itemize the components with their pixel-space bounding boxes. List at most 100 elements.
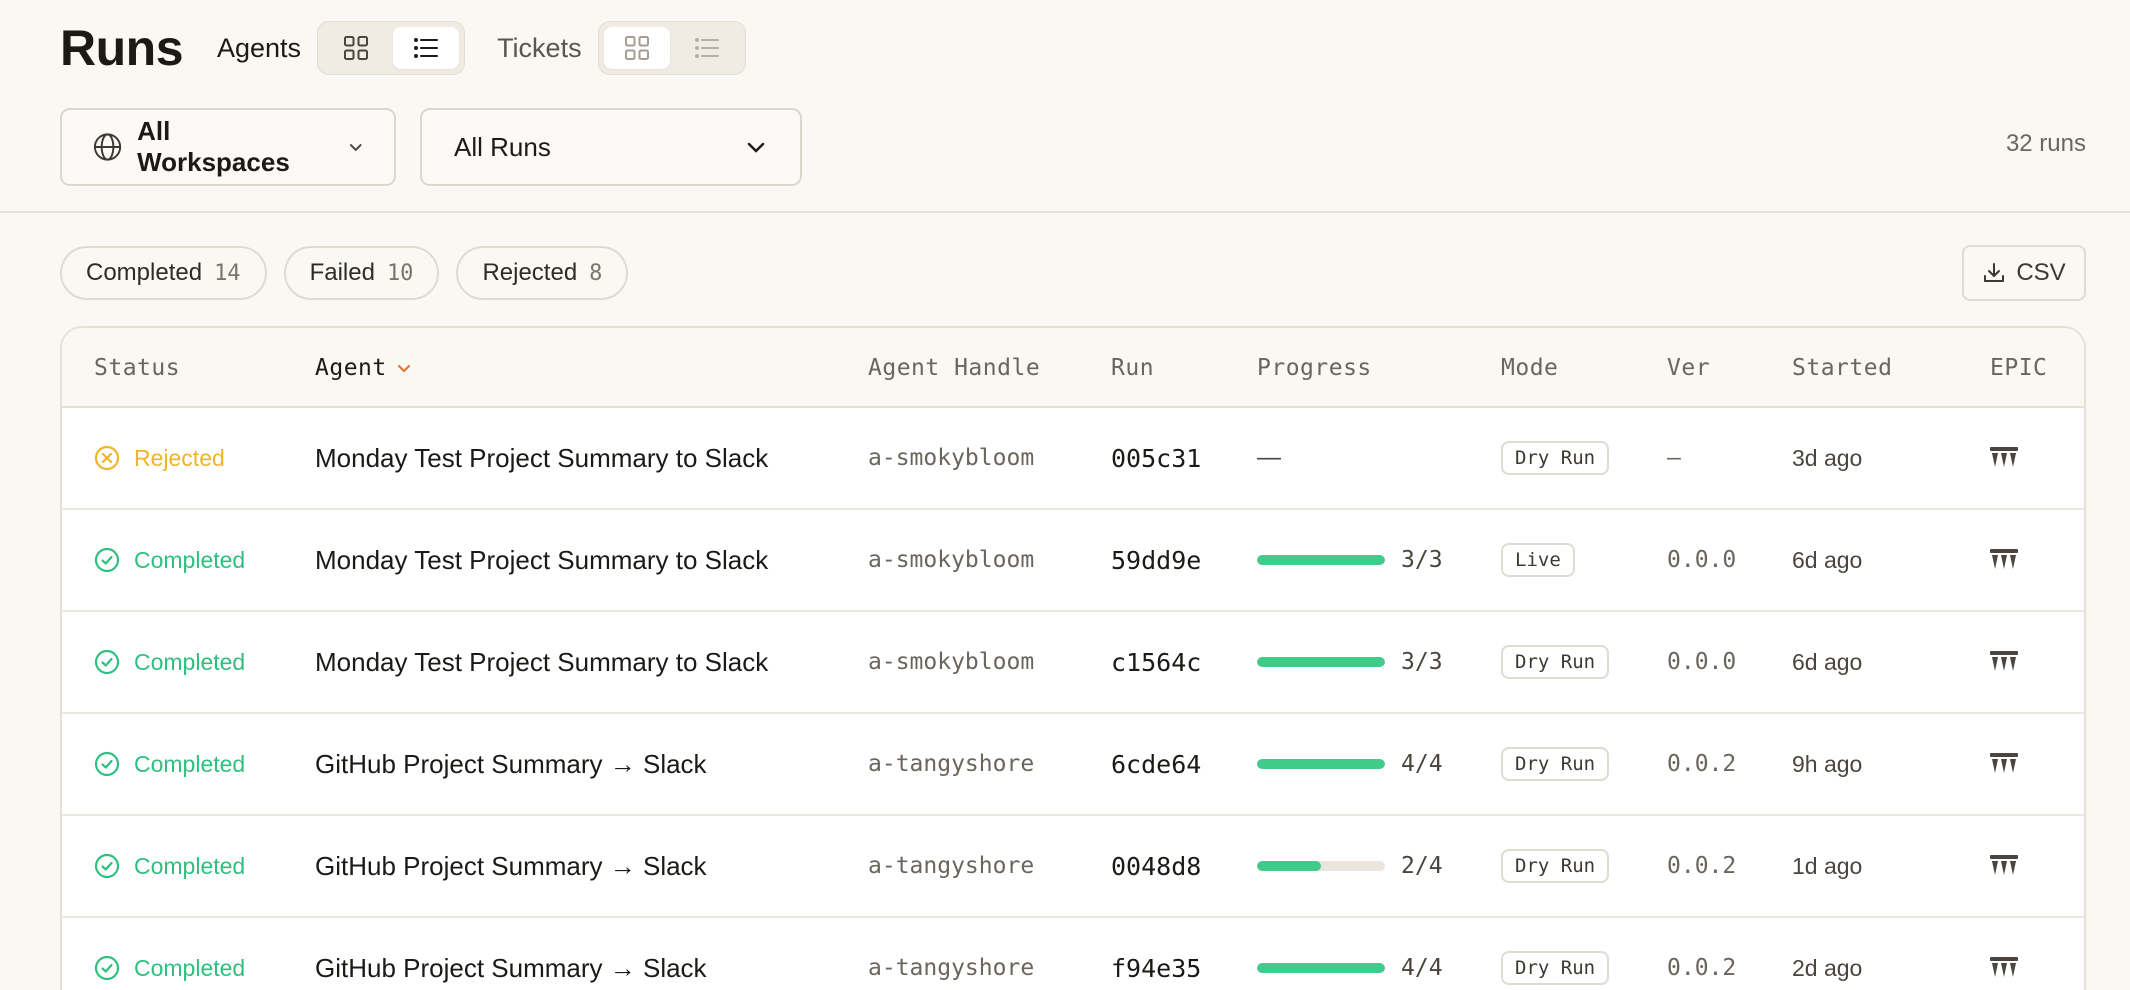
epic-link[interactable] — [1990, 408, 2018, 508]
agent-name[interactable]: Monday Test Project Summary to Slack — [315, 612, 768, 712]
page-title: Runs — [60, 20, 184, 76]
epic-link[interactable] — [1990, 510, 2018, 610]
col-epic[interactable]: EPIC — [1990, 328, 2047, 408]
epic-icon — [1990, 957, 2018, 977]
epic-link[interactable] — [1990, 918, 2018, 990]
progress-cell: — — [1257, 408, 1281, 508]
run-id[interactable]: f94e35 — [1111, 918, 1201, 990]
csv-export-button[interactable]: CSV — [1962, 245, 2086, 301]
table-row[interactable]: Completed Monday Test Project Summary to… — [62, 510, 2084, 612]
col-mode[interactable]: Mode — [1501, 328, 1558, 408]
agent-name[interactable]: Monday Test Project Summary to Slack — [315, 408, 768, 508]
agent-name[interactable]: GitHub Project Summary → Slack — [315, 816, 707, 916]
progress-bar-fill — [1257, 861, 1321, 871]
progress-bar-fill — [1257, 963, 1385, 973]
progress-text: 4/4 — [1401, 955, 1443, 981]
mode-cell: Dry Run — [1501, 918, 1610, 990]
agent-name[interactable]: Monday Test Project Summary to Slack — [315, 510, 768, 610]
download-icon — [1984, 263, 2005, 282]
table-row[interactable]: Rejected Monday Test Project Summary to … — [62, 408, 2084, 510]
chip-label: Failed — [309, 259, 375, 286]
progress-text: 3/3 — [1401, 649, 1443, 675]
table-row[interactable]: Completed GitHub Project Summary → Slack… — [62, 714, 2084, 816]
run-id[interactable]: 005c31 — [1111, 408, 1201, 508]
chip-completed[interactable]: Completed 14 — [60, 246, 267, 300]
chip-count: 10 — [386, 260, 414, 286]
status-cell: Completed — [94, 510, 245, 610]
table-row[interactable]: Completed Monday Test Project Summary to… — [62, 612, 2084, 714]
agent-name[interactable]: GitHub Project Summary → Slack — [315, 918, 707, 990]
col-progress[interactable]: Progress — [1257, 328, 1372, 408]
mode-cell: Dry Run — [1501, 408, 1610, 508]
progress-text: 3/3 — [1401, 547, 1443, 573]
agents-label: Agents — [217, 32, 302, 63]
col-run[interactable]: Run — [1111, 328, 1154, 408]
epic-link[interactable] — [1990, 714, 2018, 814]
table-row[interactable]: Completed GitHub Project Summary → Slack… — [62, 918, 2084, 990]
agents-list-view-button[interactable] — [393, 27, 460, 69]
status-cell: Completed — [94, 612, 245, 712]
mode-cell: Dry Run — [1501, 612, 1610, 712]
divider — [0, 211, 2130, 213]
mode-cell: Dry Run — [1501, 816, 1610, 916]
globe-icon — [93, 133, 122, 161]
mode-badge: Dry Run — [1501, 441, 1610, 475]
started-time: 1d ago — [1792, 852, 1863, 879]
run-id[interactable]: 0048d8 — [1111, 816, 1201, 916]
col-agent[interactable]: Agent — [315, 328, 413, 408]
agent-handle: a-tangyshore — [868, 955, 1035, 981]
tickets-grid-view-button[interactable] — [603, 27, 670, 69]
col-agent-label: Agent — [315, 355, 387, 381]
run-id[interactable]: 6cde64 — [1111, 714, 1201, 814]
tickets-list-view-button[interactable] — [674, 27, 740, 69]
status-label: Completed — [134, 954, 246, 981]
status-label: Completed — [134, 648, 246, 675]
agent-name[interactable]: GitHub Project Summary → Slack — [315, 714, 707, 814]
workspace-filter-dropdown[interactable]: All Workspaces — [60, 108, 396, 186]
mode-badge: Live — [1501, 543, 1575, 577]
started-time: 3d ago — [1792, 444, 1863, 471]
runs-table: Status Agent Agent Handle Run Progress M… — [60, 326, 2086, 990]
epic-link[interactable] — [1990, 612, 2018, 712]
col-handle[interactable]: Agent Handle — [868, 328, 1040, 408]
chip-failed[interactable]: Failed 10 — [283, 246, 440, 300]
runs-filter-label: All Runs — [454, 131, 551, 162]
sort-desc-icon — [397, 364, 410, 373]
agents-grid-view-button[interactable] — [323, 27, 389, 69]
version: 0.0.2 — [1667, 853, 1737, 879]
version: 0.0.0 — [1667, 649, 1737, 675]
version: 0.0.2 — [1667, 955, 1737, 981]
mode-cell: Live — [1501, 510, 1575, 610]
grid-icon — [624, 36, 649, 60]
chip-label: Completed — [86, 259, 203, 286]
mode-badge: Dry Run — [1501, 645, 1610, 679]
started-time: 6d ago — [1792, 546, 1863, 573]
run-id[interactable]: 59dd9e — [1111, 510, 1201, 610]
col-ver[interactable]: Ver — [1667, 328, 1710, 408]
run-id[interactable]: c1564c — [1111, 612, 1201, 712]
epic-link[interactable] — [1990, 816, 2018, 916]
agents-view-toggle — [317, 21, 466, 75]
epic-icon — [1990, 549, 2018, 569]
chip-rejected[interactable]: Rejected 8 — [456, 246, 629, 300]
progress-bar — [1257, 759, 1385, 769]
status-cell: Completed — [94, 918, 245, 990]
col-status[interactable]: Status — [94, 328, 180, 408]
chevron-down-icon — [349, 144, 362, 152]
agent-handle: a-tangyshore — [868, 751, 1035, 777]
progress-text: 2/4 — [1401, 853, 1443, 879]
check-circle-icon — [94, 547, 120, 573]
grid-icon — [344, 36, 369, 60]
col-started[interactable]: Started — [1792, 328, 1892, 408]
version: 0.0.0 — [1667, 547, 1737, 573]
chip-count: 14 — [214, 260, 241, 286]
status-label: Completed — [134, 750, 246, 777]
progress-bar-fill — [1257, 657, 1385, 667]
table-row[interactable]: Completed GitHub Project Summary → Slack… — [62, 816, 2084, 918]
epic-icon — [1990, 447, 2018, 467]
progress-bar-fill — [1257, 555, 1385, 565]
tickets-view-toggle — [597, 21, 746, 75]
runs-filter-select[interactable]: All Runs — [420, 108, 802, 186]
chip-label: Rejected — [482, 259, 578, 286]
check-circle-icon — [94, 955, 120, 981]
